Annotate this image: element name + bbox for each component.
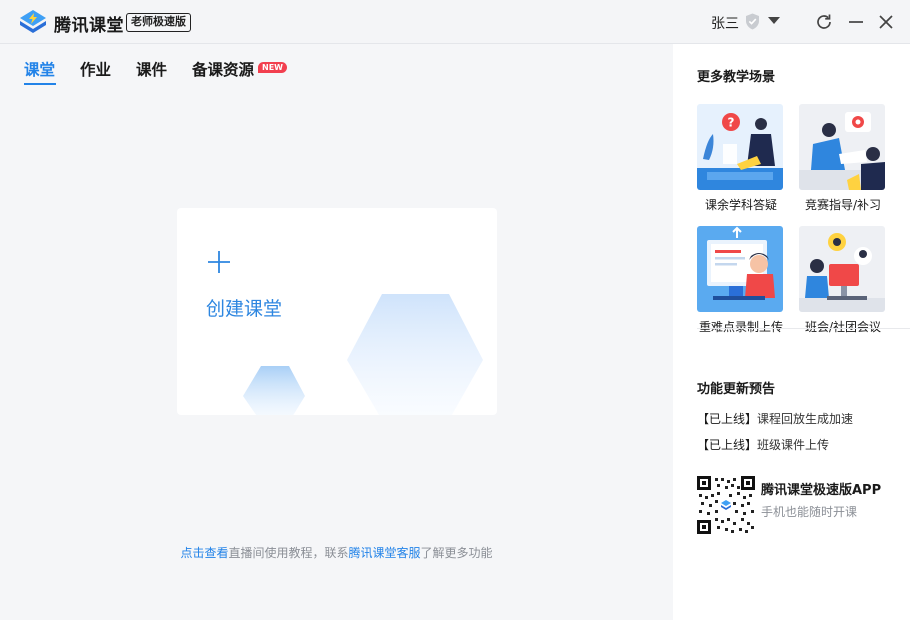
scene-card-meeting[interactable]: 班会/社团会议: [799, 226, 887, 335]
tab-prep-resources[interactable]: 备课资源: [192, 58, 254, 80]
app-promo-title: 腾讯课堂极速版APP: [761, 483, 882, 498]
refresh-icon[interactable]: [814, 12, 834, 32]
update-item: 【已上线】课程回放生成加速: [697, 410, 853, 427]
close-icon[interactable]: [876, 12, 896, 32]
scene-qa-illustration: ?: [697, 104, 783, 190]
user-name[interactable]: 张三: [711, 13, 739, 33]
footer-text-2: 了解更多功能: [420, 546, 493, 560]
tab-active-indicator: [24, 83, 56, 85]
shield-icon: [746, 13, 759, 30]
app-logo-icon: [20, 10, 46, 33]
update-text: 课程回放生成加速: [757, 412, 854, 426]
update-tag: 【已上线】: [697, 438, 758, 452]
minimize-icon[interactable]: [846, 12, 866, 32]
scenes-title: 更多教学场景: [697, 70, 776, 85]
scene-label: 课余学科答疑: [704, 198, 777, 212]
qr-code: [697, 476, 755, 534]
tab-classroom[interactable]: 课堂: [24, 58, 55, 80]
support-link[interactable]: 腾讯课堂客服: [349, 546, 421, 560]
new-badge: NEW: [258, 62, 287, 73]
scene-meeting-illustration: [799, 226, 885, 312]
app-promo-subtitle: 手机也能随时开课: [761, 505, 858, 519]
svg-text:?: ?: [728, 116, 735, 130]
scene-tutoring-illustration: [799, 104, 885, 190]
create-classroom-card[interactable]: 创建课堂: [177, 208, 497, 415]
footer-text-1: 直播间使用教程，联系: [228, 546, 349, 560]
side-panel: 更多教学场景 ? 课余学科答疑 竞赛指导/补习 重难点录制上传 班会/社团会议 …: [673, 44, 910, 620]
main-panel: 课堂 作业 课件 备课资源 NEW 创建课堂 点击查看直播间使用教程，联系腾讯课…: [0, 44, 673, 620]
footer-hint: 点击查看直播间使用教程，联系腾讯课堂客服了解更多功能: [0, 544, 673, 561]
scene-card-recording[interactable]: 重难点录制上传: [697, 226, 785, 335]
update-tag: 【已上线】: [697, 412, 758, 426]
title-bar: 腾讯课堂 老师极速版 张三: [0, 0, 910, 44]
update-item: 【已上线】班级课件上传: [697, 436, 829, 453]
create-classroom-label: 创建课堂: [206, 298, 283, 320]
plus-icon: [208, 251, 230, 273]
scene-card-qa[interactable]: ? 课余学科答疑: [697, 104, 785, 213]
updates-title: 功能更新预告: [697, 382, 776, 397]
tab-courseware[interactable]: 课件: [136, 58, 167, 80]
scene-recording-illustration: [697, 226, 783, 312]
divider: [697, 328, 910, 329]
scene-label: 重难点录制上传: [698, 320, 783, 334]
edition-badge: 老师极速版: [126, 13, 191, 32]
scene-label: 竞赛指导/补习: [804, 198, 882, 212]
scene-label: 班会/社团会议: [804, 320, 882, 334]
user-menu-caret-icon[interactable]: [768, 17, 780, 24]
scene-card-tutoring[interactable]: 竞赛指导/补习: [799, 104, 887, 213]
tutorial-link[interactable]: 点击查看: [180, 546, 228, 560]
update-text: 班级课件上传: [757, 438, 830, 452]
tab-homework[interactable]: 作业: [80, 58, 111, 80]
app-name: 腾讯课堂: [54, 16, 124, 36]
